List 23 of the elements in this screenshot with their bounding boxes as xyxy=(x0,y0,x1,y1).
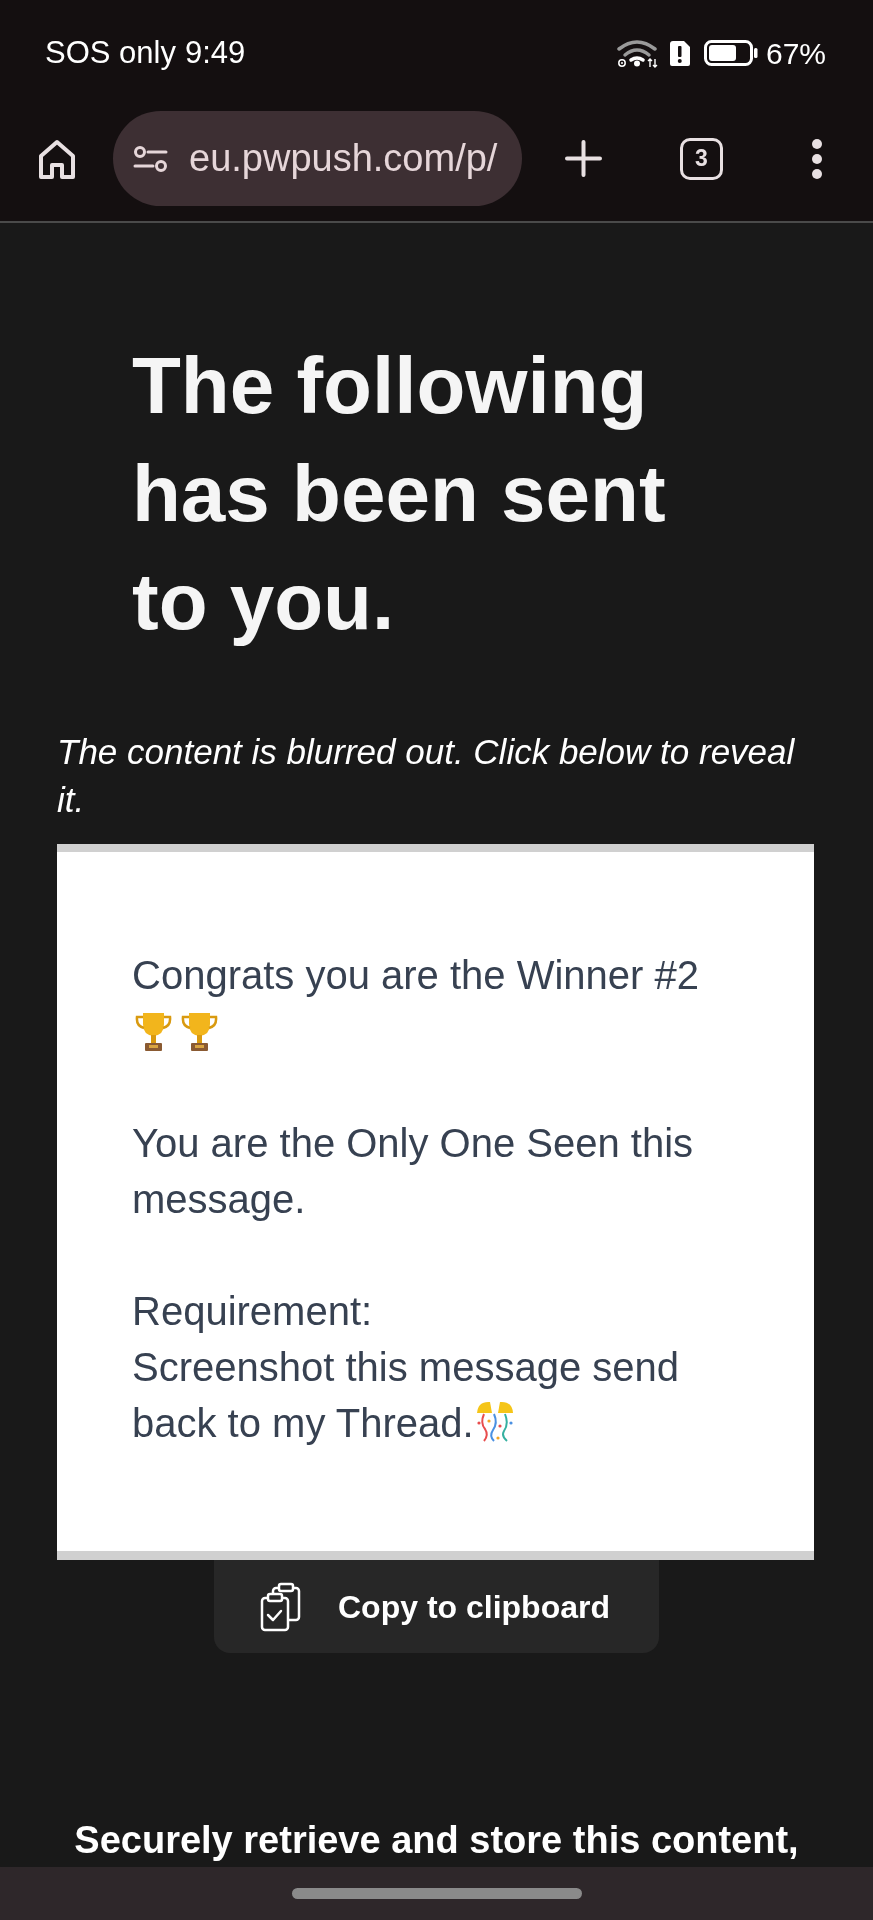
battery-percent-text: 67% xyxy=(765,35,826,72)
menu-icon[interactable] xyxy=(810,137,824,180)
message-text: You are the Only One Seen this message. xyxy=(132,1121,694,1221)
message-text: Congrats you are the Winner #2 xyxy=(132,953,699,997)
address-bar[interactable]: eu.pwpush.com/p/ xyxy=(113,111,522,206)
carrier-text: SOS only xyxy=(45,33,176,72)
home-icon[interactable] xyxy=(37,137,77,180)
page-heading: The following has been sent to you. xyxy=(132,340,667,648)
message-text: Requirement: xyxy=(132,1289,373,1333)
battery-icon xyxy=(703,40,758,66)
clipboard-check-icon xyxy=(259,1581,303,1632)
footer-text: Securely retrieve and store this content, xyxy=(73,1818,800,1863)
message-text: back to my Thread. xyxy=(132,1401,474,1445)
sliders-icon[interactable] xyxy=(133,145,168,172)
copy-button[interactable]: Copy to clipboard xyxy=(214,1560,659,1653)
plus-icon[interactable] xyxy=(565,140,602,177)
clock-text: 9:49 xyxy=(184,33,246,72)
gesture-handle[interactable] xyxy=(291,1888,582,1899)
sim-alert-icon xyxy=(667,39,691,67)
notice-text: The content is blurred out. Click below to reveal it. xyxy=(57,731,796,821)
wifi-icon xyxy=(615,38,658,68)
message-text: Screenshot this message send xyxy=(132,1345,679,1389)
tab-switcher-button[interactable]: 3 xyxy=(680,137,723,180)
